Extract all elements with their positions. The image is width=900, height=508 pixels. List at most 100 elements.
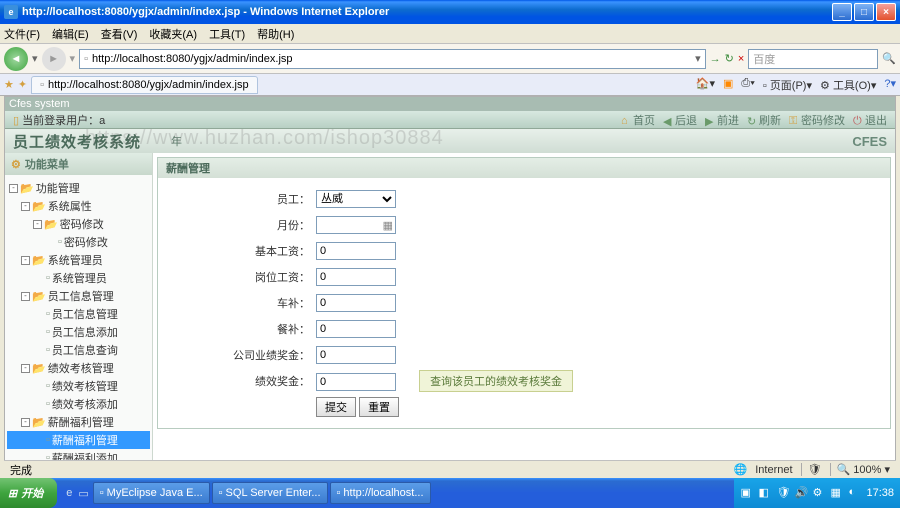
link-home[interactable]: ⌂首页: [621, 112, 655, 128]
menu-tools[interactable]: 工具(T): [209, 26, 245, 42]
nav-back-dropdown[interactable]: ▾: [32, 52, 38, 65]
tree-item[interactable]: -📂 密码修改: [7, 215, 150, 233]
nav-forward-dropdown[interactable]: ▾: [70, 52, 76, 65]
zoom-level[interactable]: 🔍 100% ▾: [830, 463, 890, 476]
system-tray[interactable]: ▣ ◧ 🛡 🔊 ⚙ ▦ ◐ 17:38: [734, 478, 900, 508]
menu-file[interactable]: 文件(F): [4, 26, 40, 42]
tree-toggle[interactable]: -: [21, 292, 30, 301]
tree-item[interactable]: -📂 系统属性: [7, 197, 150, 215]
tray-icon[interactable]: 🛡: [776, 486, 790, 500]
taskbar-task[interactable]: ▫http://localhost...: [330, 482, 431, 504]
query-bonus-button[interactable]: 查询该员工的绩效考核奖金: [419, 370, 573, 392]
link-password[interactable]: ⚿密码修改: [789, 112, 845, 128]
input-meal[interactable]: [316, 320, 396, 338]
tree-toggle[interactable]: -: [33, 220, 42, 229]
tray-icon[interactable]: ▣: [740, 486, 754, 500]
tree-item[interactable]: ▫ 薪酬福利管理: [7, 431, 150, 449]
tree-toggle[interactable]: -: [21, 256, 30, 265]
tools-menu[interactable]: ⚙ 工具(O)▾: [820, 77, 876, 93]
input-perf-bonus[interactable]: [316, 373, 396, 391]
search-placeholder: 百度: [753, 51, 775, 67]
tree-item[interactable]: -📂 绩效考核管理: [7, 359, 150, 377]
nav-forward-button[interactable]: ►: [42, 47, 66, 71]
clock[interactable]: 17:38: [866, 487, 894, 499]
menu-edit[interactable]: 编辑(E): [52, 26, 89, 42]
tray-icon[interactable]: ◐: [848, 486, 862, 500]
help-icon[interactable]: ?▾: [884, 77, 896, 93]
minimize-button[interactable]: _: [832, 3, 852, 21]
tree-label: 绩效考核添加: [52, 396, 118, 412]
label-meal: 餐补：: [166, 321, 316, 337]
address-dropdown-icon[interactable]: ▾: [695, 52, 701, 65]
tree-item[interactable]: ▫ 系统管理员: [7, 269, 150, 287]
tree-item[interactable]: -📂 系统管理员: [7, 251, 150, 269]
search-box[interactable]: 百度: [748, 49, 878, 69]
go-button[interactable]: →: [710, 53, 721, 65]
input-base-salary[interactable]: [316, 242, 396, 260]
folder-icon: 📂: [20, 182, 34, 195]
calendar-icon: ▦: [383, 219, 393, 232]
tree-item[interactable]: -📂 员工信息管理: [7, 287, 150, 305]
document-icon: ▫: [46, 398, 50, 410]
tree-label: 薪酬福利管理: [48, 414, 114, 430]
tree-toggle[interactable]: -: [21, 364, 30, 373]
page-menu[interactable]: ▫ 页面(P)▾: [763, 77, 812, 93]
input-post-salary[interactable]: [316, 268, 396, 286]
tree-item[interactable]: ▫ 员工信息查询: [7, 341, 150, 359]
reset-button[interactable]: 重置: [359, 397, 399, 417]
tree-item[interactable]: ▫ 员工信息添加: [7, 323, 150, 341]
menu-help[interactable]: 帮助(H): [257, 26, 294, 42]
submit-button[interactable]: 提交: [316, 397, 356, 417]
search-button[interactable]: 🔍: [882, 52, 896, 65]
favorites-icon[interactable]: ★: [4, 78, 14, 91]
home-icon: ⌂: [621, 115, 631, 125]
refresh-button[interactable]: ↻: [725, 52, 734, 65]
feed-icon[interactable]: ▣: [723, 77, 733, 93]
tray-icon[interactable]: ⚙: [812, 486, 826, 500]
browser-tab[interactable]: ▫ http://localhost:8080/ygjx/admin/index…: [31, 76, 257, 94]
select-employee[interactable]: 丛威: [316, 190, 396, 208]
taskbar-task[interactable]: ▫SQL Server Enter...: [212, 482, 328, 504]
input-company-bonus[interactable]: [316, 346, 396, 364]
gear-icon: ⚙: [11, 158, 21, 171]
print-icon[interactable]: ⎙▾: [741, 77, 754, 93]
favorites-add-icon[interactable]: ✦: [18, 78, 27, 91]
home-icon[interactable]: 🏠▾: [696, 77, 715, 93]
start-button[interactable]: ⊞ 开始: [0, 478, 57, 508]
menu-favorites[interactable]: 收藏夹(A): [149, 26, 197, 42]
tree-item[interactable]: -📂 薪酬福利管理: [7, 413, 150, 431]
tree-item[interactable]: ▫ 员工信息管理: [7, 305, 150, 323]
tab-title: http://localhost:8080/ygjx/admin/index.j…: [48, 79, 249, 91]
quick-launch-ie[interactable]: e: [66, 487, 72, 499]
folder-icon: 📂: [44, 218, 58, 231]
link-refresh[interactable]: ↻刷新: [747, 112, 781, 128]
tree-toggle[interactable]: -: [21, 418, 30, 427]
input-transport[interactable]: [316, 294, 396, 312]
maximize-button[interactable]: □: [854, 3, 874, 21]
tree-item[interactable]: -📂 功能管理: [7, 179, 150, 197]
tree-toggle[interactable]: -: [9, 184, 18, 193]
label-employee: 员工：: [166, 191, 316, 207]
link-back[interactable]: ◀后退: [663, 112, 697, 128]
tree-item[interactable]: ▫ 绩效考核管理: [7, 377, 150, 395]
menu-view[interactable]: 查看(V): [101, 26, 138, 42]
quick-launch-desktop[interactable]: ▭: [78, 487, 88, 500]
link-forward[interactable]: ▶前进: [705, 112, 739, 128]
tray-icon[interactable]: ▦: [830, 486, 844, 500]
tree-item[interactable]: ▫ 密码修改: [7, 233, 150, 251]
tree-item[interactable]: ▫ 绩效考核添加: [7, 395, 150, 413]
tray-icon[interactable]: ◧: [758, 486, 772, 500]
address-bar[interactable]: ▫ http://localhost:8080/ygjx/admin/index…: [79, 49, 706, 69]
taskbar-task[interactable]: ▫MyEclipse Java E...: [93, 482, 210, 504]
link-exit[interactable]: ⏻退出: [853, 112, 887, 128]
system-caption: Cfes system: [5, 97, 895, 111]
document-icon: ▫: [46, 434, 50, 446]
input-month[interactable]: ▦: [316, 216, 396, 234]
form-panel: 薪酬管理 员工： 丛威 月份： ▦ 基本工资： 岗位工资：: [157, 157, 891, 429]
tray-icon[interactable]: 🔊: [794, 486, 808, 500]
nav-back-button[interactable]: ◄: [4, 47, 28, 71]
close-button[interactable]: ×: [876, 3, 896, 21]
tree-toggle[interactable]: -: [21, 202, 30, 211]
stop-button[interactable]: ×: [738, 53, 744, 65]
nav-toolbar: ◄ ▾ ► ▾ ▫ http://localhost:8080/ygjx/adm…: [0, 44, 900, 74]
